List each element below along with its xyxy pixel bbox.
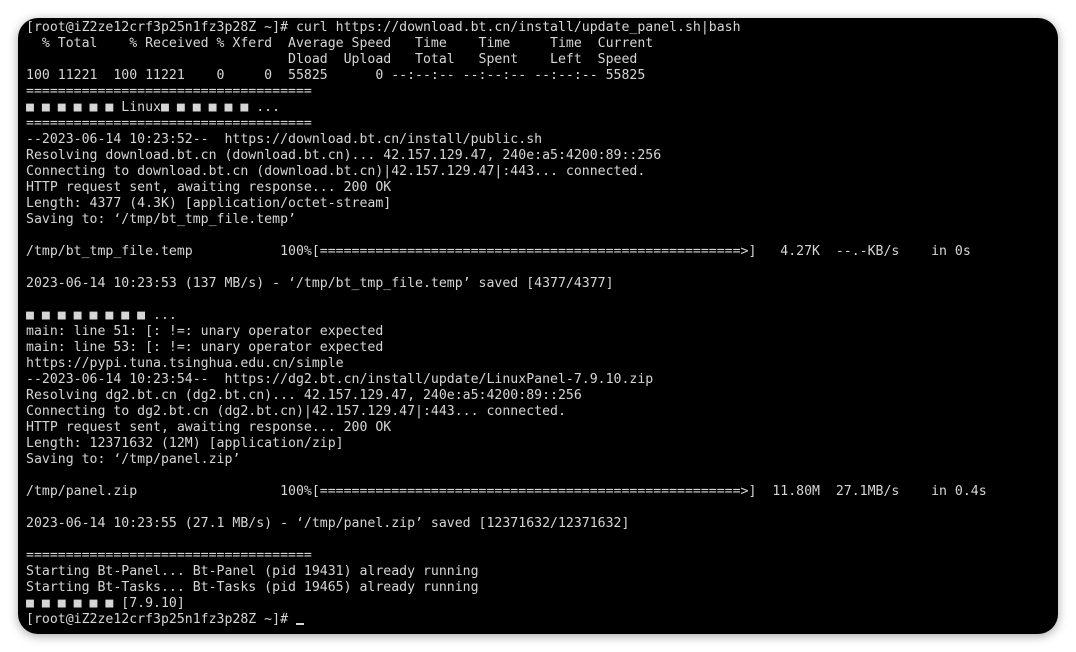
terminal-line: Resolving download.bt.cn (download.bt.cn…: [26, 148, 662, 163]
shell-prompt: [root@iZ2ze12crf3p25n1fz3p28Z ~]#: [26, 612, 296, 627]
terminal-line: % Total % Received % Xferd Average Speed…: [26, 36, 654, 51]
terminal-line: --2023-06-14 10:23:52-- https://download…: [26, 132, 543, 147]
terminal-line: ■ ■ ■ ■ ■ ■ ■ ■ ...: [26, 308, 177, 323]
terminal-line: ====================================: [26, 548, 312, 563]
terminal-line: main: line 53: [: !=: unary operator exp…: [26, 340, 384, 355]
terminal-line: HTTP request sent, awaiting response... …: [26, 180, 392, 195]
terminal-line: Starting Bt-Tasks... Bt-Tasks (pid 19465…: [26, 580, 479, 595]
terminal-line: Connecting to dg2.bt.cn (dg2.bt.cn)|42.1…: [26, 404, 566, 419]
terminal-line: Saving to: ‘/tmp/bt_tmp_file.temp’: [26, 212, 296, 227]
terminal-line: Length: 12371632 (12M) [application/zip]: [26, 436, 344, 451]
prompt-line[interactable]: [root@iZ2ze12crf3p25n1fz3p28Z ~]#: [26, 612, 1054, 628]
terminal-output[interactable]: [root@iZ2ze12crf3p25n1fz3p28Z ~]# curl h…: [26, 20, 1054, 634]
terminal-line: ====================================: [26, 84, 312, 99]
terminal-line: 2023-06-14 10:23:55 (27.1 MB/s) - ‘/tmp/…: [26, 516, 630, 531]
terminal-line: Resolving dg2.bt.cn (dg2.bt.cn)... 42.15…: [26, 388, 582, 403]
terminal-line: /tmp/bt_tmp_file.temp 100%[=============…: [26, 244, 971, 259]
text-cursor: [295, 623, 304, 625]
terminal-line: 100 11221 100 11221 0 0 55825 0 --:--:--…: [26, 68, 646, 83]
terminal-line: [root@iZ2ze12crf3p25n1fz3p28Z ~]# curl h…: [26, 20, 741, 35]
terminal-line: Saving to: ‘/tmp/panel.zip’: [26, 452, 241, 467]
terminal-line: ====================================: [26, 116, 312, 131]
terminal-line: Length: 4377 (4.3K) [application/octet-s…: [26, 196, 392, 211]
terminal-line: ■ ■ ■ ■ ■ ■ Linux■ ■ ■ ■ ■ ■ ...: [26, 100, 281, 115]
terminal-line: Dload Upload Total Spent Left Speed: [26, 52, 638, 67]
terminal-line: Starting Bt-Panel... Bt-Panel (pid 19431…: [26, 564, 479, 579]
terminal-line: main: line 51: [: !=: unary operator exp…: [26, 324, 384, 339]
terminal-line: Connecting to download.bt.cn (download.b…: [26, 164, 646, 179]
terminal-line: 2023-06-14 10:23:53 (137 MB/s) - ‘/tmp/b…: [26, 276, 614, 291]
terminal-line: /tmp/panel.zip 100%[====================…: [26, 484, 987, 499]
terminal-line: https://pypi.tuna.tsinghua.edu.cn/simple: [26, 356, 344, 371]
terminal-line: ■ ■ ■ ■ ■ ■ [7.9.10]: [26, 596, 185, 611]
terminal-line: --2023-06-14 10:23:54-- https://dg2.bt.c…: [26, 372, 654, 387]
terminal-window[interactable]: [root@iZ2ze12crf3p25n1fz3p28Z ~]# curl h…: [18, 18, 1058, 634]
terminal-line: HTTP request sent, awaiting response... …: [26, 420, 392, 435]
